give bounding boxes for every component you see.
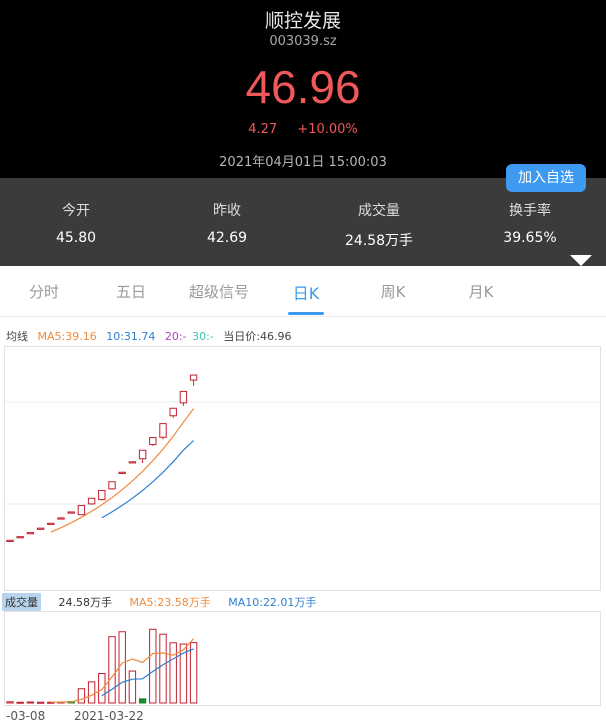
volume-ma5-value: MA5:23.58万手 [129,596,211,609]
candle [159,423,167,438]
chart-tabs: 分时 五日 超级信号 日K 周K 月K [0,266,606,317]
volume-tag[interactable]: 成交量 [2,593,41,611]
stat-value: 42.69 [206,230,248,246]
stat-volume: 成交量 24.58万手 [309,200,449,250]
stat-value: 24.58万手 [344,233,414,249]
candle [6,539,14,542]
volume-bar [138,698,147,704]
candle [189,374,198,381]
candle [179,390,188,404]
current-price-label: 当日价:46.96 [223,330,292,343]
candle [128,461,137,464]
stat-prev-close: 昨收 42.69 [157,200,297,246]
date-label: -03-08 [6,709,46,723]
volume-legend: 成交量 24.58万手 MA5:23.58万手 MA10:22.01万手 [2,593,330,611]
current-price: 46.96 [245,61,361,113]
chart-frame [4,346,601,591]
tab-weekly-k[interactable]: 周K [353,281,433,302]
ma10-value: 10:31.74 [106,330,156,343]
ma20-value: 20:- [164,330,187,343]
candlestick-chart[interactable] [0,344,606,592]
stock-name: 顺控发展 [264,10,341,32]
price-change: 4.27 +10.00% [0,122,606,137]
volume-bar [26,701,35,704]
change-amount: 4.27 [248,122,278,137]
date-label: 2021-03-22 [74,709,144,723]
ma30-value: 30:- [192,330,214,343]
stat-label: 昨收 [213,203,241,219]
active-tab-indicator [288,312,324,315]
volume-bar [87,681,96,704]
volume-bar [16,701,24,704]
ma-legend-label: 均线 [6,330,28,343]
volume-bar [169,642,177,704]
volume-bar [159,633,167,704]
tab-monthly-k[interactable]: 月K [441,281,521,302]
ma10-line [101,440,195,519]
add-to-watchlist-button[interactable]: 加入自选 [506,164,586,192]
tab-five-day[interactable]: 五日 [91,281,171,302]
volume-bar [149,628,157,704]
stat-turnover: 换手率 39.65% [460,200,600,246]
tab-daily-k[interactable]: 日K [266,280,346,304]
volume-bar [36,701,45,704]
change-percent: +10.00% [297,122,358,137]
stat-label: 换手率 [509,203,551,219]
stat-label: 今开 [62,203,90,219]
tab-intraday[interactable]: 分时 [4,281,84,302]
candle [77,504,86,516]
candle [169,407,177,417]
candle [16,536,24,539]
candle [108,481,116,490]
stat-open: 今开 45.80 [6,200,146,246]
tab-super-signal[interactable]: 超级信号 [179,281,259,302]
quote-header: 顺控发展 003039.sz 46.96 4.27 +10.00% 2021年0… [0,0,606,178]
volume-bar [98,673,106,704]
volume-bar [189,642,198,704]
stock-code: 003039.sz [269,34,337,49]
ma5-line [50,408,195,533]
candle [138,449,147,460]
candle [149,437,157,446]
candle [47,522,55,525]
candle [67,511,75,514]
candle [26,532,35,535]
ma5-value: MA5:39.16 [37,330,97,343]
candle [98,489,106,501]
collapse-triangle-icon[interactable] [570,255,592,266]
candle [36,527,45,530]
volume-bar [128,670,137,704]
stat-label: 成交量 [358,203,400,219]
volume-bar [77,688,86,704]
volume-chart[interactable] [0,611,606,707]
volume-bar [118,631,126,704]
candle [87,497,96,505]
volume-bar [6,701,14,704]
stat-value: 39.65% [503,230,557,246]
stat-value: 45.80 [55,230,97,246]
ma-legend: 均线 MA5:39.16 10:31.74 20:- 30:- 当日价:46.9… [6,328,298,344]
candle [118,471,126,474]
volume-ma10-value: MA10:22.01万手 [228,596,317,609]
volume-value: 24.58万手 [58,596,113,609]
volume-bar [108,636,116,704]
candle [57,517,65,520]
